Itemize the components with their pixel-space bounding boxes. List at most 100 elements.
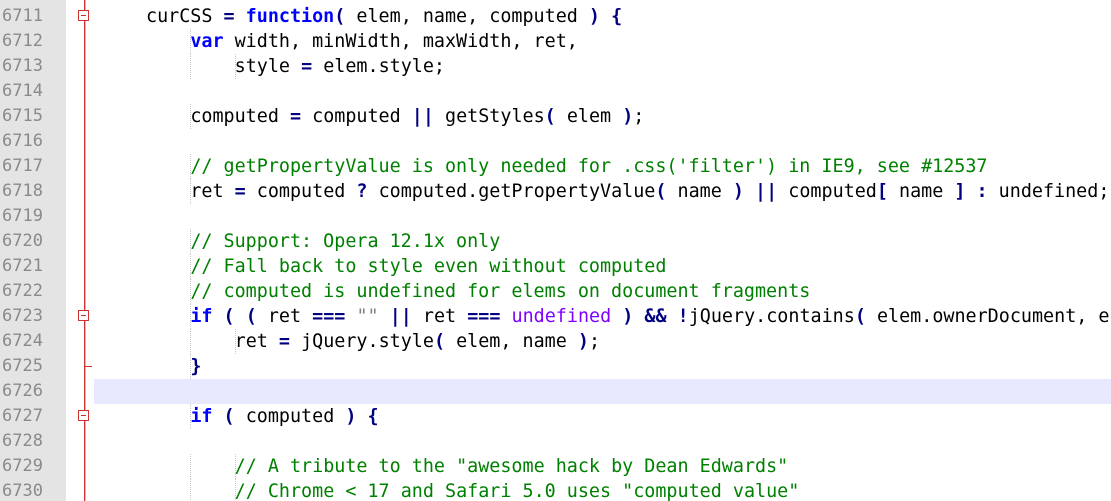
code-line-area[interactable]: var width, minWidth, maxWidth, ret,	[94, 29, 1111, 54]
code-token: )	[622, 306, 634, 327]
fold-collapse-icon[interactable]	[78, 410, 89, 421]
line-number: 6716	[2, 131, 43, 151]
code-token: ]	[954, 181, 966, 202]
code-token: name	[887, 181, 955, 202]
code-line-area[interactable]: style = elem.style;	[94, 54, 1111, 79]
code-line-area[interactable]: // Chrome < 17 and Safari 5.0 uses "comp…	[94, 479, 1111, 501]
code-line[interactable]: 6714	[0, 79, 1111, 104]
line-number: 6714	[2, 81, 43, 101]
code-line[interactable]: 6720 // Support: Opera 12.1x only	[0, 229, 1111, 254]
code-line[interactable]: 6726	[0, 379, 1111, 404]
line-number: 6717	[2, 156, 43, 176]
code-text: computed = computed || getStyles( elem )…	[190, 104, 644, 129]
indent-guide	[190, 329, 192, 354]
code-token: )	[345, 406, 357, 427]
code-line[interactable]: 6713 style = elem.style;	[0, 54, 1111, 79]
code-line[interactable]: 6717 // getPropertyValue is only needed f…	[0, 154, 1111, 179]
code-line[interactable]: 6728	[0, 429, 1111, 454]
code-token: ret	[256, 306, 313, 327]
code-line[interactable]: 6722 // computed is undefined for elems o…	[0, 279, 1111, 304]
code-line[interactable]: 6719	[0, 204, 1111, 229]
code-line[interactable]: 6715 computed = computed || getStyles( el…	[0, 104, 1111, 129]
code-token: elem, name	[445, 331, 578, 352]
code-token: jQuery.style	[290, 331, 434, 352]
code-line-area[interactable]: if ( computed ) {	[94, 404, 1111, 429]
code-token: elem.ownerDocument, elem	[876, 306, 1111, 327]
code-token: // A tribute to the "awesome hack by Dea…	[234, 456, 789, 477]
code-text: var width, minWidth, maxWidth, ret,	[190, 29, 578, 54]
indent-guide	[190, 479, 192, 501]
line-number: 6711	[2, 6, 43, 26]
code-token: ===	[467, 306, 501, 327]
line-number: 6729	[2, 456, 43, 476]
fold-collapse-icon[interactable]	[78, 310, 89, 321]
code-line-area[interactable]: ret = jQuery.style( elem, name );	[94, 329, 1111, 354]
line-number: 6721	[2, 256, 43, 276]
code-line-area[interactable]: }	[94, 354, 1111, 379]
code-line[interactable]: 6716	[0, 129, 1111, 154]
code-line-area[interactable]	[94, 129, 1111, 154]
line-number: 6720	[2, 231, 43, 251]
code-line-area[interactable]	[94, 204, 1111, 229]
line-number: 6719	[2, 206, 43, 226]
code-token: getStyles	[433, 106, 545, 127]
code-line-area[interactable]	[94, 379, 1111, 404]
indent-guide	[190, 54, 192, 79]
code-line-area[interactable]	[94, 429, 1111, 454]
code-token: // getPropertyValue is only needed for .…	[190, 156, 988, 177]
code-token: (	[854, 306, 866, 327]
code-line[interactable]: 6724 ret = jQuery.style( elem, name );	[0, 329, 1111, 354]
code-line[interactable]: 6729 // A tribute to the "awesome hack by…	[0, 454, 1111, 479]
code-line[interactable]: 6721 // Fall back to style even without c…	[0, 254, 1111, 279]
code-token: computed	[245, 181, 357, 202]
code-token: elem	[555, 106, 623, 127]
code-token: [	[876, 181, 888, 202]
code-token: computed.getPropertyValue	[367, 181, 656, 202]
code-line-area[interactable]: // computed is undefined for elems on do…	[94, 279, 1111, 304]
code-line-area[interactable]: ret = computed ? computed.getPropertyVal…	[94, 179, 1111, 204]
code-token: function	[245, 6, 335, 27]
code-line[interactable]: 6730 // Chrome < 17 and Safari 5.0 uses "…	[0, 479, 1111, 501]
code-token: jQuery.contains	[688, 306, 855, 327]
fold-collapse-icon[interactable]	[78, 10, 89, 21]
code-token: computed	[190, 106, 290, 127]
code-line[interactable]: 6718 ret = computed ? computed.getPropert…	[0, 179, 1111, 204]
code-line-area[interactable]: curCSS = function( elem, name, computed …	[94, 4, 1111, 29]
code-token: !	[677, 306, 689, 327]
line-number: 6726	[2, 381, 43, 401]
code-token: ;	[588, 331, 601, 352]
code-line-area[interactable]: if ( ( ret === "" || ret === undefined )…	[94, 304, 1111, 329]
code-line[interactable]: 6723 if ( ( ret === "" || ret === undefin…	[0, 304, 1111, 329]
code-token: ret	[234, 331, 279, 352]
code-token: computed	[777, 181, 877, 202]
code-line-area[interactable]: // getPropertyValue is only needed for .…	[94, 154, 1111, 179]
code-line-area[interactable]: // Support: Opera 12.1x only	[94, 229, 1111, 254]
code-line[interactable]: 6712 var width, minWidth, maxWidth, ret,	[0, 29, 1111, 54]
code-token: }	[190, 356, 202, 377]
code-line-area[interactable]: // Fall back to style even without compu…	[94, 254, 1111, 279]
code-line[interactable]: 6725}	[0, 354, 1111, 379]
code-line[interactable]: 6727 if ( computed ) {	[0, 404, 1111, 429]
code-line-area[interactable]: // A tribute to the "awesome hack by Dea…	[94, 454, 1111, 479]
code-token: if	[190, 406, 213, 427]
code-line[interactable]: 6711 curCSS = function( elem, name, compu…	[0, 4, 1111, 29]
code-line-area[interactable]: computed = computed || getStyles( elem )…	[94, 104, 1111, 129]
line-number: 6730	[2, 481, 43, 501]
code-token: =	[234, 181, 246, 202]
code-text: if ( ( ret === "" || ret === undefined )…	[190, 304, 1111, 329]
code-text: // Fall back to style even without compu…	[190, 254, 666, 279]
line-number: 6728	[2, 431, 43, 451]
code-text: if ( computed ) {	[190, 404, 378, 429]
code-editor[interactable]: 6711 curCSS = function( elem, name, compu…	[0, 0, 1111, 501]
code-token: {	[611, 6, 623, 27]
code-line-area[interactable]	[94, 79, 1111, 104]
